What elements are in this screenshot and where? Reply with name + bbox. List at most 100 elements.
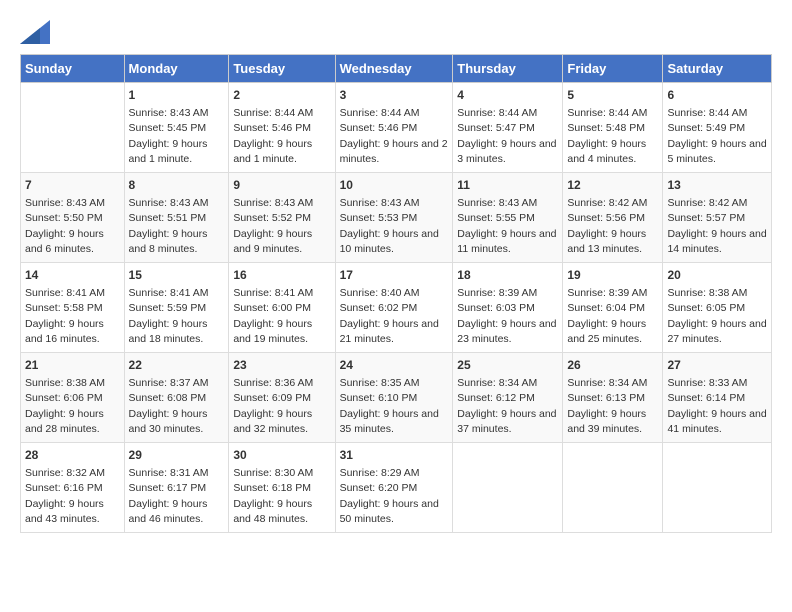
sunset-text: Sunset: 6:09 PM [233, 392, 311, 404]
sunset-text: Sunset: 5:48 PM [567, 122, 645, 134]
sunset-text: Sunset: 5:53 PM [340, 212, 418, 224]
calendar-cell: 28Sunrise: 8:32 AMSunset: 6:16 PMDayligh… [21, 443, 125, 533]
daylight-text: Daylight: 9 hours and 48 minutes. [233, 498, 312, 525]
calendar-cell: 4Sunrise: 8:44 AMSunset: 5:47 PMDaylight… [453, 83, 563, 173]
sunset-text: Sunset: 5:46 PM [340, 122, 418, 134]
sunset-text: Sunset: 6:04 PM [567, 302, 645, 314]
sunset-text: Sunset: 5:45 PM [129, 122, 207, 134]
header-sunday: Sunday [21, 55, 125, 83]
sunset-text: Sunset: 6:03 PM [457, 302, 535, 314]
day-number: 14 [25, 267, 120, 284]
daylight-text: Daylight: 9 hours and 2 minutes. [340, 138, 448, 165]
sunset-text: Sunset: 5:56 PM [567, 212, 645, 224]
day-number: 4 [457, 87, 558, 104]
sunset-text: Sunset: 6:12 PM [457, 392, 535, 404]
day-number: 3 [340, 87, 449, 104]
day-number: 27 [667, 357, 767, 374]
sunset-text: Sunset: 5:59 PM [129, 302, 207, 314]
daylight-text: Daylight: 9 hours and 19 minutes. [233, 318, 312, 345]
daylight-text: Daylight: 9 hours and 3 minutes. [457, 138, 556, 165]
day-number: 21 [25, 357, 120, 374]
calendar-cell: 13Sunrise: 8:42 AMSunset: 5:57 PMDayligh… [663, 173, 772, 263]
calendar-cell: 9Sunrise: 8:43 AMSunset: 5:52 PMDaylight… [229, 173, 335, 263]
daylight-text: Daylight: 9 hours and 27 minutes. [667, 318, 766, 345]
sunrise-text: Sunrise: 8:44 AM [667, 107, 747, 119]
sunset-text: Sunset: 5:58 PM [25, 302, 103, 314]
daylight-text: Daylight: 9 hours and 28 minutes. [25, 408, 104, 435]
sunrise-text: Sunrise: 8:43 AM [457, 197, 537, 209]
sunset-text: Sunset: 5:55 PM [457, 212, 535, 224]
daylight-text: Daylight: 9 hours and 1 minute. [129, 138, 208, 165]
sunset-text: Sunset: 5:50 PM [25, 212, 103, 224]
sunrise-text: Sunrise: 8:36 AM [233, 377, 313, 389]
calendar-cell [663, 443, 772, 533]
calendar-cell: 21Sunrise: 8:38 AMSunset: 6:06 PMDayligh… [21, 353, 125, 443]
calendar-cell: 3 Sunrise: 8:44 AM Sunset: 5:46 PM Daylight… [335, 83, 453, 173]
sunrise-text: Sunrise: 8:43 AM [129, 107, 209, 119]
calendar-cell: 29Sunrise: 8:31 AMSunset: 6:17 PMDayligh… [124, 443, 229, 533]
calendar-cell: 15Sunrise: 8:41 AMSunset: 5:59 PMDayligh… [124, 263, 229, 353]
calendar-week-row: 21Sunrise: 8:38 AMSunset: 6:06 PMDayligh… [21, 353, 772, 443]
sunrise-text: Sunrise: 8:43 AM [129, 197, 209, 209]
sunrise-text: Sunrise: 8:42 AM [667, 197, 747, 209]
day-number: 6 [667, 87, 767, 104]
day-number: 29 [129, 447, 225, 464]
daylight-text: Daylight: 9 hours and 18 minutes. [129, 318, 208, 345]
day-number: 31 [340, 447, 449, 464]
header-saturday: Saturday [663, 55, 772, 83]
daylight-text: Daylight: 9 hours and 35 minutes. [340, 408, 439, 435]
sunrise-text: Sunrise: 8:34 AM [567, 377, 647, 389]
day-number: 8 [129, 177, 225, 194]
day-number: 7 [25, 177, 120, 194]
day-number: 30 [233, 447, 330, 464]
header-wednesday: Wednesday [335, 55, 453, 83]
daylight-text: Daylight: 9 hours and 50 minutes. [340, 498, 439, 525]
calendar-cell [453, 443, 563, 533]
daylight-text: Daylight: 9 hours and 1 minute. [233, 138, 312, 165]
calendar-cell: 16Sunrise: 8:41 AMSunset: 6:00 PMDayligh… [229, 263, 335, 353]
sunrise-text: Sunrise: 8:37 AM [129, 377, 209, 389]
daylight-text: Daylight: 9 hours and 39 minutes. [567, 408, 646, 435]
sunset-text: Sunset: 6:20 PM [340, 482, 418, 494]
sunset-text: Sunset: 6:18 PM [233, 482, 311, 494]
sunrise-text: Sunrise: 8:41 AM [25, 287, 105, 299]
day-number: 15 [129, 267, 225, 284]
daylight-text: Daylight: 9 hours and 43 minutes. [25, 498, 104, 525]
daylight-text: Daylight: 9 hours and 4 minutes. [567, 138, 646, 165]
sunrise-text: Sunrise: 8:32 AM [25, 467, 105, 479]
sunset-text: Sunset: 6:05 PM [667, 302, 745, 314]
sunrise-text: Sunrise: 8:44 AM [340, 107, 420, 119]
day-number: 13 [667, 177, 767, 194]
daylight-text: Daylight: 9 hours and 8 minutes. [129, 228, 208, 255]
daylight-text: Daylight: 9 hours and 37 minutes. [457, 408, 556, 435]
sunrise-text: Sunrise: 8:44 AM [233, 107, 313, 119]
day-number: 11 [457, 177, 558, 194]
sunrise-text: Sunrise: 8:42 AM [567, 197, 647, 209]
calendar-cell: 31Sunrise: 8:29 AMSunset: 6:20 PMDayligh… [335, 443, 453, 533]
sunrise-text: Sunrise: 8:35 AM [340, 377, 420, 389]
header-friday: Friday [563, 55, 663, 83]
day-number: 23 [233, 357, 330, 374]
day-number: 5 [567, 87, 658, 104]
calendar-cell [21, 83, 125, 173]
sunset-text: Sunset: 5:49 PM [667, 122, 745, 134]
calendar-cell: 10Sunrise: 8:43 AMSunset: 5:53 PMDayligh… [335, 173, 453, 263]
sunset-text: Sunset: 5:52 PM [233, 212, 311, 224]
daylight-text: Daylight: 9 hours and 9 minutes. [233, 228, 312, 255]
logo [20, 20, 54, 44]
daylight-text: Daylight: 9 hours and 30 minutes. [129, 408, 208, 435]
day-number: 18 [457, 267, 558, 284]
sunrise-text: Sunrise: 8:33 AM [667, 377, 747, 389]
sunrise-text: Sunrise: 8:30 AM [233, 467, 313, 479]
calendar-cell: 6Sunrise: 8:44 AMSunset: 5:49 PMDaylight… [663, 83, 772, 173]
sunset-text: Sunset: 6:00 PM [233, 302, 311, 314]
calendar-week-row: 7 Sunrise: 8:43 AM Sunset: 5:50 PM Daylight… [21, 173, 772, 263]
day-number: 16 [233, 267, 330, 284]
day-number: 20 [667, 267, 767, 284]
sunrise-text: Sunrise: 8:43 AM [340, 197, 420, 209]
sunrise-text: Sunrise: 8:40 AM [340, 287, 420, 299]
day-number: 25 [457, 357, 558, 374]
daylight-text: Daylight: 9 hours and 23 minutes. [457, 318, 556, 345]
sunrise-text: Sunrise: 8:39 AM [457, 287, 537, 299]
sunset-text: Sunset: 6:16 PM [25, 482, 103, 494]
